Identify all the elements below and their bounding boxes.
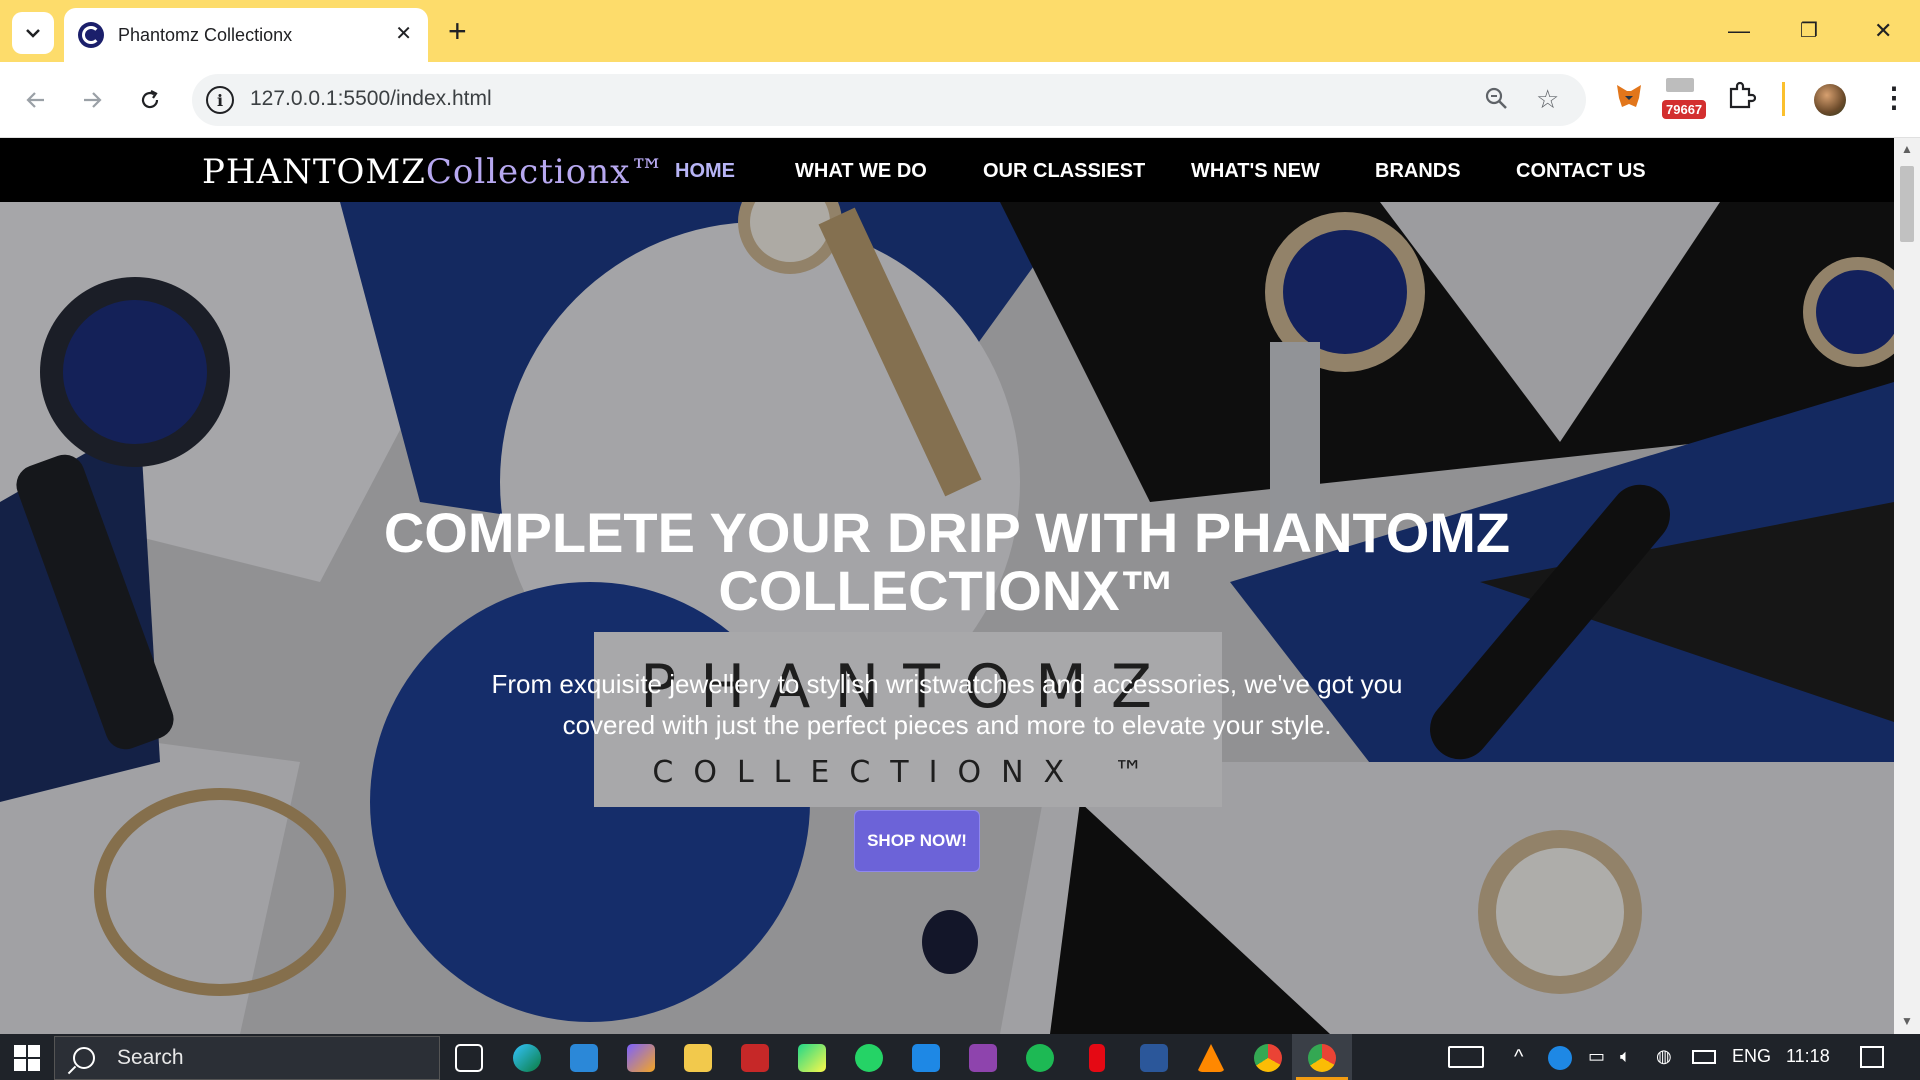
scroll-thumb[interactable] — [1900, 166, 1914, 242]
calendar-app-icon[interactable] — [741, 1044, 769, 1072]
nav-contact-us[interactable]: CONTACT US — [1516, 160, 1646, 183]
forward-button[interactable] — [72, 80, 112, 120]
restore-button[interactable]: ❐ — [1800, 14, 1818, 48]
news-widget-icon[interactable] — [1448, 1046, 1484, 1068]
favicon-icon — [78, 22, 104, 48]
close-icon[interactable]: ✕ — [395, 23, 412, 45]
copilot-icon[interactable] — [627, 1044, 655, 1072]
nav-home[interactable]: HOME — [675, 160, 735, 183]
tab-title: Phantomz Collectionx — [118, 24, 293, 45]
page-scrollbar[interactable]: ▲ ▼ — [1894, 138, 1920, 1034]
address-bar[interactable]: i 127.0.0.1:5500/index.html ☆ — [192, 74, 1586, 126]
chevron-down-icon — [26, 29, 40, 38]
window-close-button[interactable]: ✕ — [1874, 14, 1892, 48]
language-indicator[interactable]: ENG — [1732, 1046, 1771, 1067]
taskbar-search-box[interactable]: Search — [54, 1036, 440, 1080]
battery-icon[interactable] — [1692, 1050, 1716, 1064]
browser-toolbar: i 127.0.0.1:5500/index.html ☆ 79667 ⋮ — [0, 62, 1920, 138]
tray-chevron-icon[interactable]: ^ — [1514, 1046, 1523, 1069]
notification-icon[interactable] — [1860, 1046, 1884, 1068]
vscode-icon[interactable] — [912, 1044, 940, 1072]
hero-subtitle: From exquisite jewellery to stylish wris… — [491, 669, 1403, 740]
pycharm-icon[interactable] — [798, 1044, 826, 1072]
clock-time[interactable]: 11:18 — [1786, 1046, 1830, 1067]
meet-icon[interactable]: ▭ — [1588, 1046, 1605, 1067]
chrome-icon[interactable] — [1254, 1044, 1282, 1072]
mail-extension-icon[interactable] — [1664, 76, 1696, 101]
spotify-icon[interactable] — [1026, 1044, 1054, 1072]
browser-tab-strip: Phantomz Collectionx ✕ + — ❐ ✕ — [0, 0, 1920, 62]
site-navbar: PHANTOMZCollectionx™ HOME WHAT WE DO OUR… — [0, 138, 1894, 202]
reload-button[interactable] — [130, 80, 170, 120]
tab-search-button[interactable] — [12, 12, 54, 54]
visual-studio-icon[interactable] — [969, 1044, 997, 1072]
extensions-puzzle-icon[interactable] — [1726, 80, 1757, 115]
metamask-extension-icon[interactable] — [1614, 82, 1644, 115]
search-icon — [73, 1047, 95, 1069]
windows-start-icon[interactable] — [14, 1045, 40, 1071]
file-explorer-icon[interactable] — [684, 1044, 712, 1072]
vlc-icon[interactable] — [1197, 1044, 1225, 1072]
power-app-icon[interactable] — [1548, 1046, 1572, 1070]
windows-taskbar: Search ^ ▭ 🔈︎ ◍ ENG 11:18 — [0, 1034, 1920, 1080]
new-tab-button[interactable]: + — [448, 14, 467, 48]
screen: Phantomz Collectionx ✕ + — ❐ ✕ i 127.0.0… — [0, 0, 1920, 1080]
nav-brands[interactable]: BRANDS — [1375, 160, 1461, 183]
whatsapp-icon[interactable] — [855, 1044, 883, 1072]
nav-whats-new[interactable]: WHAT'S NEW — [1191, 160, 1320, 183]
volume-icon[interactable]: 🔈︎ — [1620, 1046, 1631, 1067]
profile-avatar[interactable] — [1814, 84, 1846, 116]
network-icon[interactable]: ◍ — [1656, 1046, 1672, 1067]
nav-what-we-do[interactable]: WHAT WE DO — [795, 160, 927, 183]
extension-badge: 79667 — [1662, 100, 1707, 119]
scroll-up-arrow-icon[interactable]: ▲ — [1901, 142, 1913, 156]
hero-section: PHANTOMZ COLLECTIONX ™ COMPLETE YOUR DRI… — [0, 202, 1894, 1034]
toolbar-divider — [1782, 82, 1785, 116]
netflix-icon[interactable] — [1089, 1044, 1105, 1072]
arrow-right-icon — [84, 92, 102, 108]
scroll-down-arrow-icon[interactable]: ▼ — [1901, 1014, 1913, 1028]
search-placeholder: Search — [117, 1046, 184, 1069]
hero-title: COMPLETE YOUR DRIP WITH PHANTOMZ COLLECT… — [383, 501, 1511, 622]
logo-part-1: PHANTOMZ — [202, 152, 426, 192]
store-icon[interactable] — [570, 1044, 598, 1072]
nav-our-classiest[interactable]: OUR CLASSIEST — [983, 160, 1145, 183]
url-text[interactable]: 127.0.0.1:5500/index.html — [250, 87, 492, 111]
zoom-icon[interactable] — [1484, 86, 1510, 119]
word-icon[interactable] — [1140, 1044, 1168, 1072]
site-logo[interactable]: PHANTOMZCollectionx™ — [202, 152, 665, 192]
more-menu-icon[interactable]: ⋮ — [1880, 76, 1908, 120]
edge-icon[interactable] — [513, 1044, 541, 1072]
minimize-button[interactable]: — — [1728, 14, 1750, 48]
back-button[interactable] — [16, 80, 56, 120]
task-view-icon[interactable] — [455, 1044, 483, 1072]
browser-tab[interactable]: Phantomz Collectionx ✕ — [64, 8, 428, 62]
chrome-active-icon[interactable] — [1308, 1044, 1336, 1072]
reload-icon — [141, 90, 159, 109]
shop-now-button[interactable]: SHOP NOW! — [854, 810, 980, 872]
arrow-left-icon — [26, 92, 44, 108]
logo-part-2: Collectionx™ — [425, 152, 666, 192]
bookmark-star-icon[interactable]: ☆ — [1536, 84, 1559, 115]
site-info-icon[interactable]: i — [206, 86, 234, 114]
